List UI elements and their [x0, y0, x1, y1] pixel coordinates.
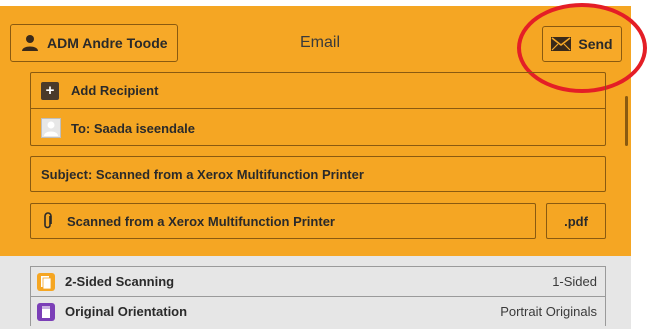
file-extension: .pdf — [564, 213, 588, 229]
attachment-name-field[interactable]: Scanned from a Xerox Multifunction Print… — [30, 203, 536, 239]
options-list: 2-Sided Scanning 1-Sided Original Orient… — [0, 256, 631, 329]
recipient-item[interactable]: To: Saada iseendale — [31, 110, 605, 146]
add-recipient-button[interactable]: + Add Recipient — [31, 73, 605, 109]
subject-field[interactable]: Subject: Scanned from a Xerox Multifunct… — [30, 156, 606, 192]
two-sided-scanning-icon — [37, 272, 55, 291]
option-original-orientation[interactable]: Original Orientation Portrait Originals — [30, 296, 606, 326]
option-two-sided-scanning[interactable]: 2-Sided Scanning 1-Sided — [30, 266, 606, 296]
file-format-button[interactable]: .pdf — [546, 203, 606, 239]
option-value: Portrait Originals — [500, 304, 597, 319]
option-value: 1-Sided — [552, 274, 597, 289]
subject-label: Subject: Scanned from a Xerox Multifunct… — [41, 166, 364, 182]
attachment-name: Scanned from a Xerox Multifunction Print… — [67, 213, 335, 229]
option-label: Original Orientation — [65, 304, 188, 319]
page-title: Email — [299, 34, 340, 51]
avatar-icon — [41, 118, 61, 138]
user-button[interactable]: ADM Andre Toode — [10, 24, 178, 62]
envelope-icon — [551, 37, 572, 51]
orientation-icon — [37, 302, 55, 321]
send-button[interactable]: Send — [542, 26, 622, 62]
recipient-label: To: Saada iseendale — [71, 120, 196, 136]
send-label: Send — [578, 36, 613, 52]
scrollbar[interactable] — [625, 96, 628, 146]
add-recipient-label: Add Recipient — [71, 83, 159, 98]
paperclip-icon — [43, 212, 53, 230]
recipients-group: + Add Recipient To: Saada iseendale — [30, 72, 606, 146]
user-label: ADM Andre Toode — [47, 35, 168, 51]
user-icon — [21, 34, 39, 52]
option-label: 2-Sided Scanning — [65, 274, 175, 289]
plus-icon: + — [41, 81, 59, 100]
